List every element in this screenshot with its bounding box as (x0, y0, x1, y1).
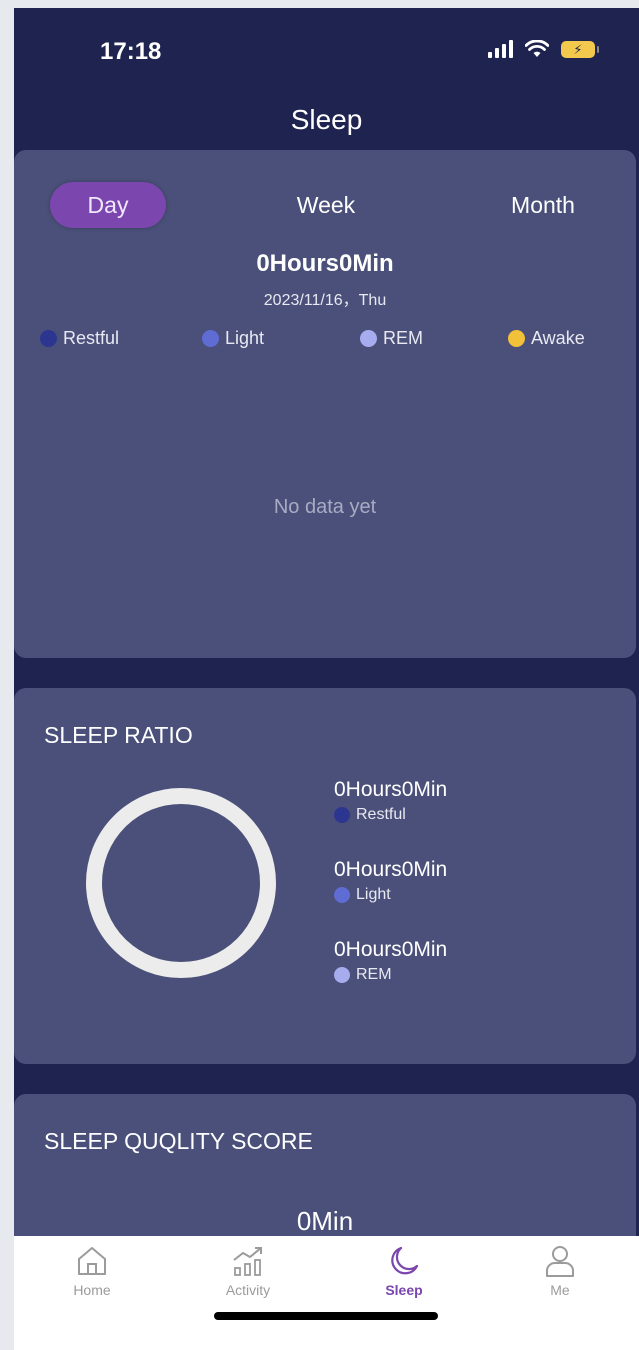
sleep-legend: Restful Light REM Awake (14, 328, 636, 352)
sleep-ratio-list: 0Hours0Min Restful 0Hours0Min Light 0Hou… (334, 778, 447, 1018)
signal-icon (488, 40, 513, 58)
legend-label: Restful (63, 328, 120, 348)
sleep-quality-heading: SLEEP QUQLITY SCORE (44, 1128, 313, 1154)
tab-home[interactable]: Home (52, 1244, 132, 1298)
user-icon (546, 1246, 574, 1277)
empty-chart-message: No data yet (273, 496, 377, 518)
sleep-quality-value: 0Min (296, 1206, 354, 1236)
ratio-label: REM (334, 966, 447, 984)
sleep-summary-card: Day Week Month 0Hours0Min 2023/11/16，Thu… (14, 150, 636, 658)
rem-dot (334, 967, 350, 983)
restful-dot (40, 330, 57, 347)
period-tabs: Day Week Month (14, 182, 636, 228)
tab-activity[interactable]: Activity (208, 1244, 288, 1298)
legend-label: Awake (531, 328, 585, 348)
sleep-ratio-card: SLEEP RATIO 0Hours0Min Restful 0Hours0Mi… (14, 688, 636, 1064)
tab-activity-label: Activity (225, 1282, 271, 1298)
tab-day[interactable]: Day (50, 182, 166, 228)
tab-week[interactable]: Week (266, 182, 386, 228)
light-dot (202, 330, 219, 347)
tab-me[interactable]: Me (520, 1244, 600, 1298)
legend-label: Light (225, 328, 265, 348)
ratio-item-restful: 0Hours0Min Restful (334, 778, 447, 858)
total-sleep-duration: 0Hours0Min (256, 250, 394, 277)
activity-icon (233, 1247, 262, 1276)
moon-icon (391, 1246, 419, 1275)
ratio-label: Light (334, 886, 447, 904)
ratio-label-text: Restful (356, 806, 406, 823)
page-title: Sleep (290, 104, 363, 135)
sleep-ratio-heading: SLEEP RATIO (44, 722, 193, 748)
ratio-value: 0Hours0Min (334, 938, 448, 961)
ratio-label-text: Light (356, 886, 391, 903)
tab-sleep[interactable]: Sleep (364, 1244, 444, 1298)
ratio-value: 0Hours0Min (334, 858, 448, 881)
awake-dot (508, 330, 525, 347)
sleep-date: 2023/11/16，Thu (263, 292, 387, 309)
wifi-icon (525, 40, 549, 57)
ratio-label: Restful (334, 806, 447, 824)
home-indicator[interactable] (214, 1312, 438, 1320)
status-bar: 17:18 ⚡ (14, 8, 639, 88)
ratio-item-light: 0Hours0Min Light (334, 858, 447, 938)
battery-charging-icon: ⚡ (561, 40, 599, 58)
ratio-label-text: REM (356, 966, 392, 983)
home-icon (78, 1247, 106, 1275)
status-icons: ⚡ (488, 40, 599, 58)
restful-dot (334, 807, 350, 823)
ratio-value: 0Hours0Min (334, 778, 448, 801)
tab-sleep-label: Sleep (385, 1282, 423, 1298)
legend-label: REM (383, 328, 423, 348)
bottom-tab-bar: Home Activity Sleep Me (14, 1236, 639, 1350)
ratio-item-rem: 0Hours0Min REM (334, 938, 447, 1018)
phone-screen: 17:18 ⚡ Sleep Day Week Month 0Hours0Min … (14, 8, 639, 1350)
legend-restful: Restful (40, 328, 119, 349)
status-time: 17:18 (100, 38, 162, 65)
legend-rem: REM (360, 328, 423, 349)
legend-light: Light (202, 328, 264, 349)
sleep-ratio-ring (86, 788, 276, 978)
tab-home-label: Home (73, 1282, 111, 1298)
legend-awake: Awake (508, 328, 585, 349)
tab-month[interactable]: Month (488, 182, 598, 228)
tab-me-label: Me (550, 1282, 570, 1298)
rem-dot (360, 330, 377, 347)
light-dot (334, 887, 350, 903)
